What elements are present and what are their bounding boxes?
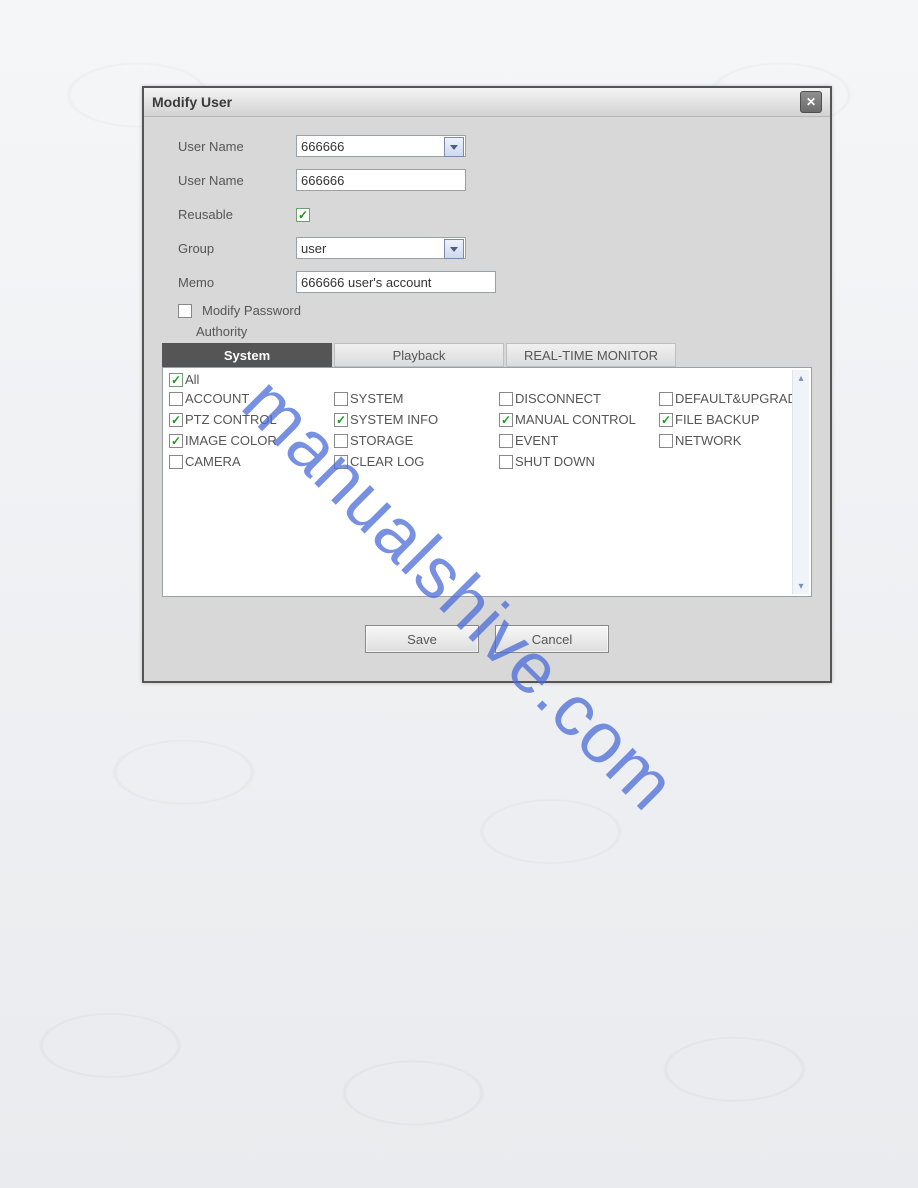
authority-item-label: EVENT	[515, 433, 558, 448]
reusable-checkbox[interactable]	[296, 208, 310, 222]
authority-item-label: SYSTEM INFO	[350, 412, 438, 427]
authority-item-label: STORAGE	[350, 433, 413, 448]
dialog-title: Modify User	[152, 94, 232, 110]
authority-item-label: IMAGE COLOR	[185, 433, 277, 448]
authority-item-label: FILE BACKUP	[675, 412, 760, 427]
authority-item: ACCOUNT	[169, 391, 334, 406]
authority-item-label: ACCOUNT	[185, 391, 249, 406]
chevron-down-icon[interactable]	[444, 137, 464, 157]
tab-realtime-monitor[interactable]: REAL-TIME MONITOR	[506, 343, 676, 367]
authority-item: DISCONNECT	[499, 391, 659, 406]
authority-item-checkbox[interactable]	[334, 434, 348, 448]
authority-item-checkbox[interactable]	[334, 455, 348, 469]
authority-item-checkbox[interactable]	[499, 434, 513, 448]
authority-item: MANUAL CONTROL	[499, 412, 659, 427]
authority-item-label: NETWORK	[675, 433, 741, 448]
close-icon[interactable]: ✕	[800, 91, 822, 113]
memo-label: Memo	[178, 275, 296, 290]
authority-item-checkbox[interactable]	[169, 434, 183, 448]
authority-item-checkbox[interactable]	[659, 413, 673, 427]
authority-item-label: CAMERA	[185, 454, 241, 469]
authority-item: DEFAULT&UPGRADE	[659, 391, 812, 406]
username-select-value: 666666	[301, 139, 344, 154]
authority-item: FILE BACKUP	[659, 412, 812, 427]
authority-item-label: SYSTEM	[350, 391, 403, 406]
authority-item-label: PTZ CONTROL	[185, 412, 277, 427]
group-select[interactable]: user	[296, 237, 466, 259]
authority-item: PTZ CONTROL	[169, 412, 334, 427]
group-select-value: user	[301, 241, 326, 256]
authority-scrollbar[interactable]: ▴ ▾	[792, 370, 809, 594]
cancel-button[interactable]: Cancel	[495, 625, 609, 653]
authority-item-label: DISCONNECT	[515, 391, 601, 406]
authority-item-checkbox[interactable]	[334, 413, 348, 427]
tab-realtime-label: REAL-TIME MONITOR	[524, 348, 658, 363]
modify-password-checkbox[interactable]	[178, 304, 192, 318]
username-text-label: User Name	[178, 173, 296, 188]
authority-item: IMAGE COLOR	[169, 433, 334, 448]
authority-item-label: MANUAL CONTROL	[515, 412, 636, 427]
authority-item-label: CLEAR LOG	[350, 454, 424, 469]
tab-system[interactable]: System	[162, 343, 332, 367]
authority-item: EVENT	[499, 433, 659, 448]
username-select-label: User Name	[178, 139, 296, 154]
scroll-up-icon[interactable]: ▴	[793, 370, 809, 386]
group-label: Group	[178, 241, 296, 256]
authority-item: SYSTEM	[334, 391, 499, 406]
memo-input[interactable]	[296, 271, 496, 293]
authority-item-label: SHUT DOWN	[515, 454, 595, 469]
authority-item-checkbox[interactable]	[169, 455, 183, 469]
username-input[interactable]	[296, 169, 466, 191]
cancel-button-label: Cancel	[532, 632, 572, 647]
authority-item: CAMERA	[169, 454, 334, 469]
authority-panel: All ACCOUNT SYSTEM DISCONNECT DEFAULT&UPGRA…	[162, 367, 812, 597]
authority-item-checkbox[interactable]	[659, 392, 673, 406]
save-button[interactable]: Save	[365, 625, 479, 653]
modify-user-dialog: Modify User ✕ User Name 666666 User Name	[142, 86, 832, 683]
dialog-titlebar: Modify User ✕	[144, 88, 830, 117]
dialog-body: User Name 666666 User Name Reusable	[144, 117, 830, 681]
authority-item-checkbox[interactable]	[499, 413, 513, 427]
authority-item-checkbox[interactable]	[334, 392, 348, 406]
authority-item: CLEAR LOG	[334, 454, 499, 469]
modify-password-label: Modify Password	[202, 303, 301, 318]
authority-tabs: System Playback REAL-TIME MONITOR	[162, 343, 812, 367]
scroll-down-icon[interactable]: ▾	[793, 578, 809, 594]
tab-playback[interactable]: Playback	[334, 343, 504, 367]
authority-item: NETWORK	[659, 433, 812, 448]
authority-item-checkbox[interactable]	[499, 455, 513, 469]
authority-all-label: All	[185, 372, 199, 387]
authority-item-checkbox[interactable]	[659, 434, 673, 448]
authority-label: Authority	[196, 324, 812, 339]
authority-item: SYSTEM INFO	[334, 412, 499, 427]
authority-item-checkbox[interactable]	[169, 413, 183, 427]
authority-item-checkbox[interactable]	[499, 392, 513, 406]
reusable-label: Reusable	[178, 207, 296, 222]
authority-item: STORAGE	[334, 433, 499, 448]
authority-item: SHUT DOWN	[499, 454, 659, 469]
authority-item-label: DEFAULT&UPGRADE	[675, 391, 806, 406]
tab-playback-label: Playback	[393, 348, 446, 363]
authority-item-checkbox[interactable]	[169, 392, 183, 406]
chevron-down-icon[interactable]	[444, 239, 464, 259]
tab-system-label: System	[224, 348, 270, 363]
authority-all-checkbox[interactable]	[169, 373, 183, 387]
save-button-label: Save	[407, 632, 437, 647]
username-select[interactable]: 666666	[296, 135, 466, 157]
